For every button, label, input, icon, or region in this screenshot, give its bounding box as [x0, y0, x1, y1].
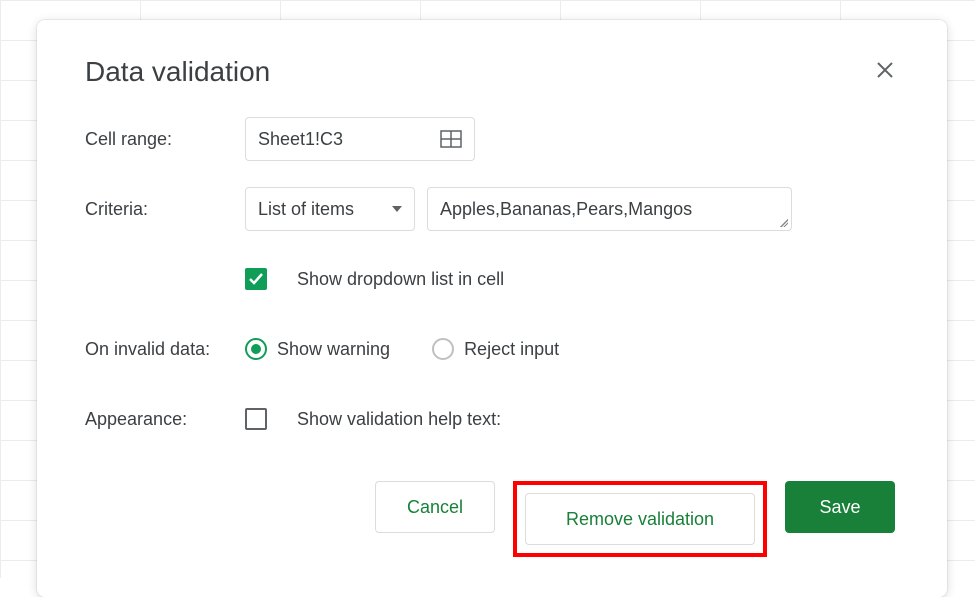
help-text-label: Show validation help text:	[297, 409, 501, 430]
appearance-label: Appearance:	[85, 409, 245, 430]
invalid-data-row: On invalid data: Show warning Reject inp…	[85, 327, 899, 371]
help-text-checkbox[interactable]	[245, 408, 267, 430]
show-warning-radio[interactable]	[245, 338, 267, 360]
chevron-down-icon	[392, 206, 402, 212]
reject-input-label: Reject input	[464, 339, 559, 360]
criteria-label: Criteria:	[85, 199, 245, 220]
cell-range-input[interactable]: Sheet1!C3	[245, 117, 475, 161]
annotation-highlight: Remove validation	[513, 481, 767, 557]
data-validation-dialog: Data validation Cell range: Sheet1!C3 Cr…	[37, 20, 947, 597]
select-range-icon[interactable]	[440, 130, 462, 148]
cell-range-value: Sheet1!C3	[258, 129, 343, 150]
reject-input-radio[interactable]	[432, 338, 454, 360]
show-dropdown-label: Show dropdown list in cell	[297, 269, 504, 290]
dialog-button-row: Cancel Remove validation Save	[85, 481, 899, 557]
criteria-row: Criteria: List of items Apples,Bananas,P…	[85, 187, 899, 231]
criteria-type-dropdown[interactable]: List of items	[245, 187, 415, 231]
criteria-items-input[interactable]: Apples,Bananas,Pears,Mangos	[427, 187, 792, 231]
cell-range-label: Cell range:	[85, 129, 245, 150]
cancel-button[interactable]: Cancel	[375, 481, 495, 533]
cell-range-row: Cell range: Sheet1!C3	[85, 117, 899, 161]
criteria-items-value: Apples,Bananas,Pears,Mangos	[440, 199, 692, 220]
dialog-header: Data validation	[85, 56, 899, 89]
remove-validation-button[interactable]: Remove validation	[525, 493, 755, 545]
show-warning-label: Show warning	[277, 339, 390, 360]
invalid-data-label: On invalid data:	[85, 339, 245, 360]
save-button[interactable]: Save	[785, 481, 895, 533]
dialog-title: Data validation	[85, 56, 270, 88]
show-dropdown-row: Show dropdown list in cell	[85, 257, 899, 301]
show-dropdown-checkbox[interactable]	[245, 268, 267, 290]
criteria-type-value: List of items	[258, 199, 354, 220]
appearance-row: Appearance: Show validation help text:	[85, 397, 899, 441]
close-icon[interactable]	[871, 56, 899, 89]
